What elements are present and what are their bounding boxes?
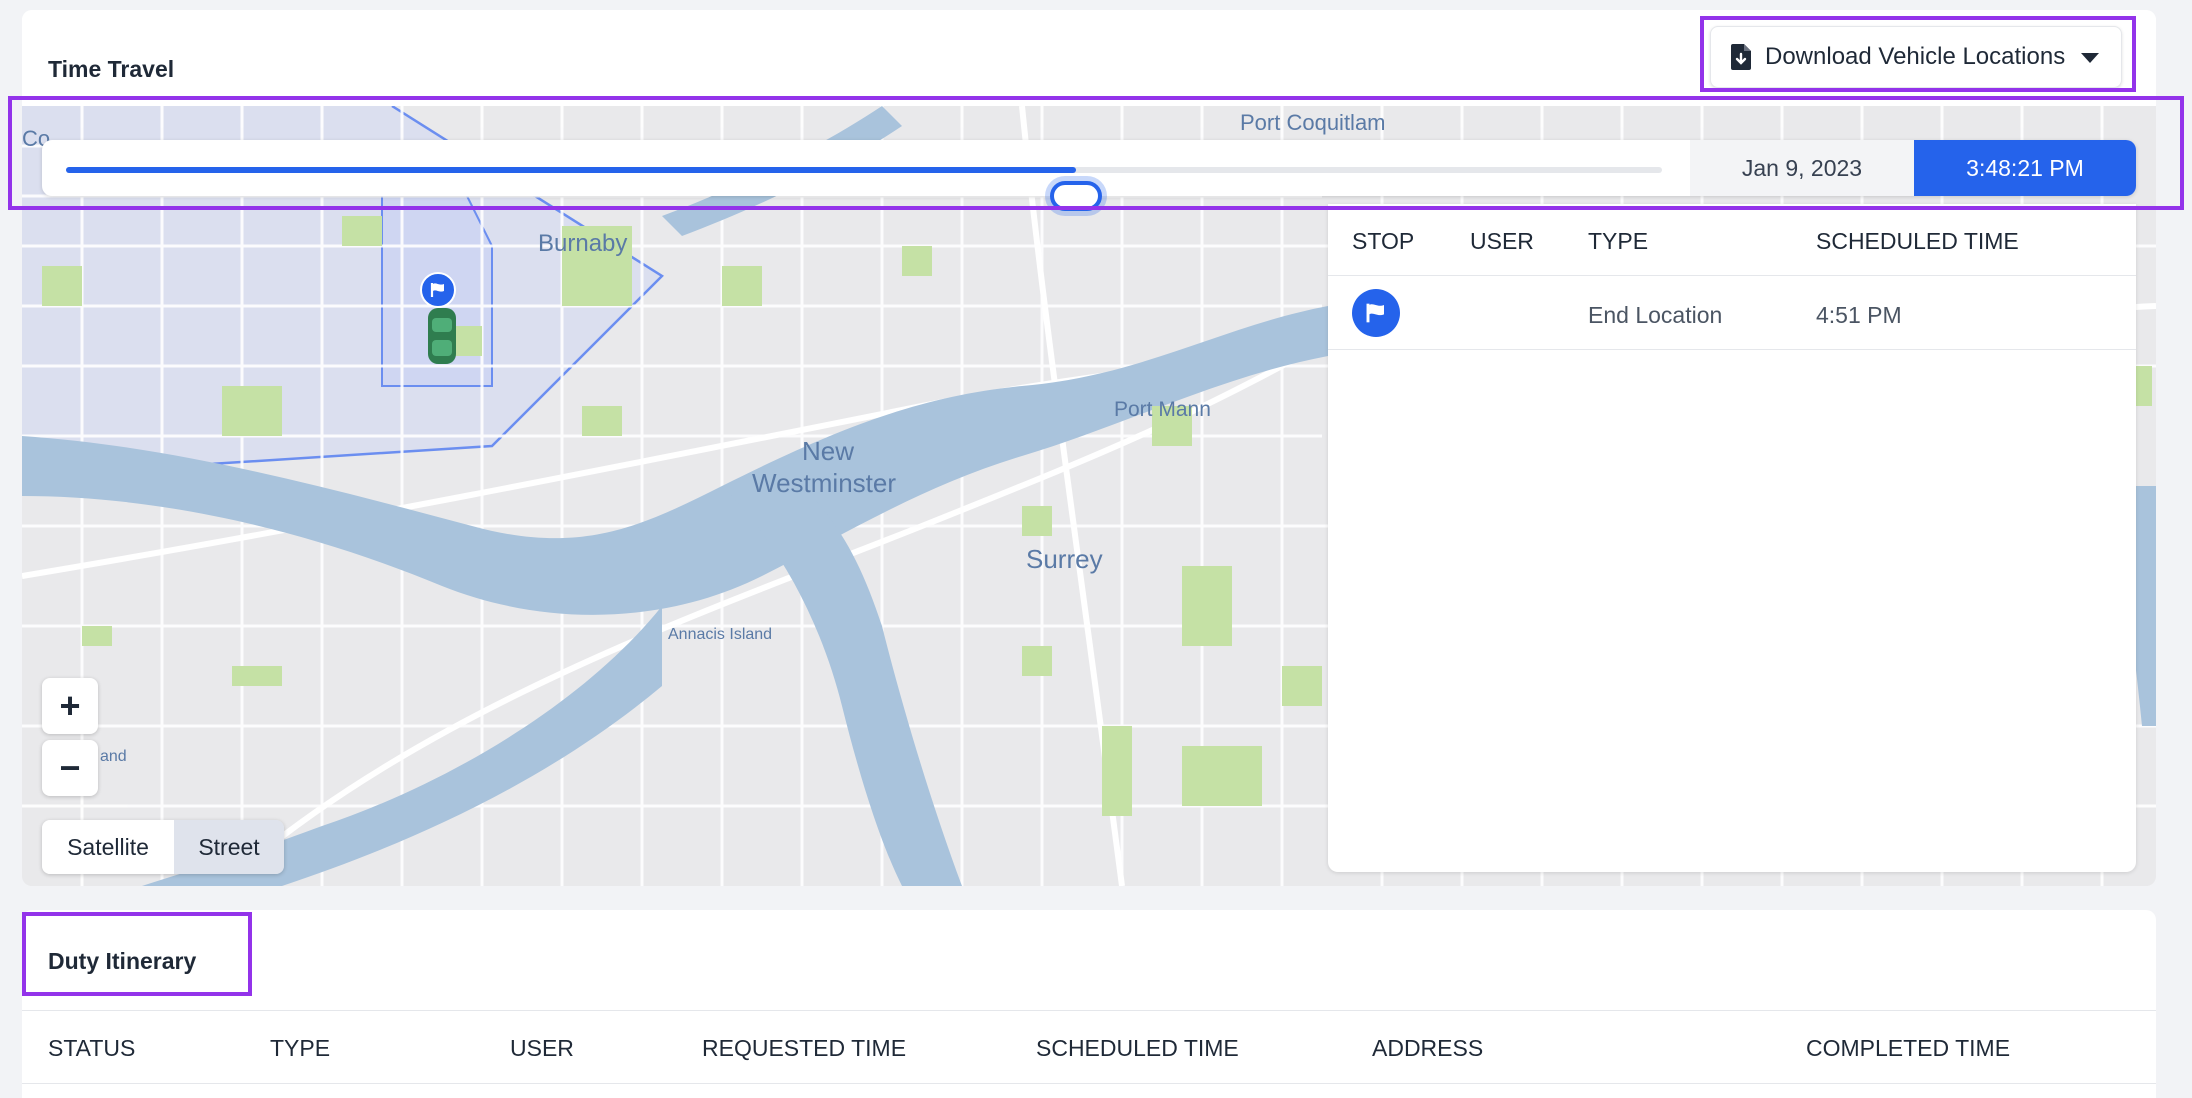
column-header-address[interactable]: ADDRESS — [1372, 1035, 1483, 1062]
stops-table-header: STOP USER TYPE SCHEDULED TIME — [1328, 204, 2136, 276]
column-header-scheduled-time[interactable]: SCHEDULED TIME — [1036, 1035, 1239, 1062]
duty-itinerary-card: Duty Itinerary STATUS TYPE USER REQUESTE… — [22, 910, 2156, 1098]
map-label-and: and — [100, 748, 127, 765]
column-header-user[interactable]: USER — [1470, 228, 1534, 255]
map-label-burnaby: Burnaby — [538, 230, 628, 257]
stop-type: End Location — [1588, 302, 1723, 328]
stop-marker — [1352, 289, 1400, 337]
map-label-port-mann: Port Mann — [1114, 398, 1211, 421]
column-header-stop[interactable]: STOP — [1352, 228, 1414, 255]
column-header-completed-time[interactable]: COMPLETED TIME — [1806, 1035, 2010, 1062]
map-label-westminster: Westminster — [752, 468, 896, 498]
vehicle-icon[interactable] — [422, 304, 462, 368]
column-header-requested-time[interactable]: REQUESTED TIME — [702, 1035, 906, 1062]
highlight-download-button — [1700, 16, 2136, 92]
highlight-duty-itinerary-title — [22, 912, 252, 996]
column-header-type[interactable]: TYPE — [270, 1035, 330, 1062]
zoom-out-button[interactable]: − — [42, 740, 98, 796]
table-row[interactable]: End Location 4:51 PM — [1328, 276, 2136, 350]
column-header-user[interactable]: USER — [510, 1035, 574, 1062]
column-header-type[interactable]: TYPE — [1588, 228, 1648, 255]
time-travel-title: Time Travel — [48, 56, 175, 82]
itinerary-table-header: STATUS TYPE USER REQUESTED TIME SCHEDULE… — [22, 1010, 2156, 1084]
map-label-annacis-island: Annacis Island — [668, 626, 773, 643]
map-label-surrey: Surrey — [1026, 544, 1103, 574]
map-type-street[interactable]: Street — [174, 820, 284, 874]
stops-panel: STOP USER TYPE SCHEDULED TIME End Locati… — [1328, 204, 2136, 872]
map[interactable]: Port Coquitlam Burnaby Port Mann New Wes… — [22, 106, 2156, 886]
map-type-satellite[interactable]: Satellite — [42, 820, 174, 874]
column-header-scheduled-time[interactable]: SCHEDULED TIME — [1816, 228, 2019, 255]
map-type-toggle: Satellite Street — [42, 820, 284, 874]
map-label-new: New — [802, 436, 855, 466]
column-header-status[interactable]: STATUS — [48, 1035, 135, 1062]
vehicle-flag-marker[interactable] — [420, 272, 456, 308]
zoom-in-button[interactable]: + — [42, 678, 98, 734]
stop-scheduled-time: 4:51 PM — [1816, 302, 1902, 328]
flag-icon — [1366, 303, 1384, 323]
flag-icon — [430, 283, 444, 297]
highlight-time-slider — [8, 96, 2184, 210]
